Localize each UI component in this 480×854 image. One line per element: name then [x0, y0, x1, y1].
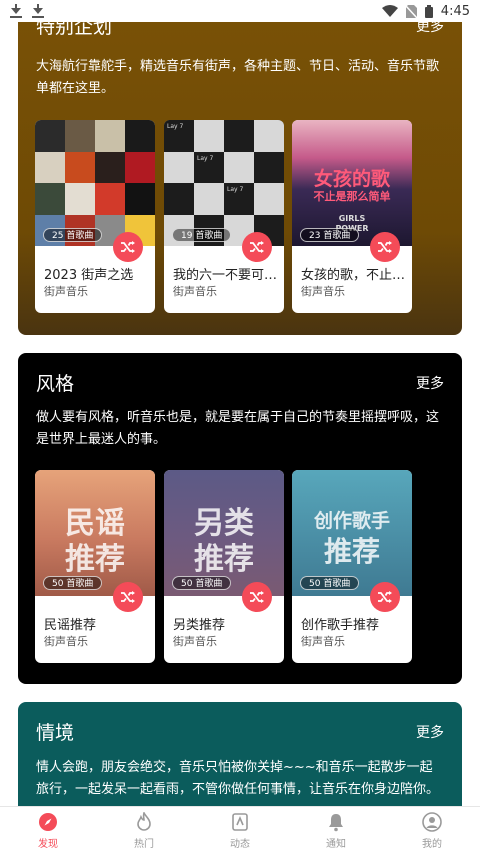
- nav-label: 动态: [230, 838, 250, 850]
- playlist-curator: 街声音乐: [301, 635, 345, 648]
- user-icon: [422, 811, 442, 832]
- clock: 4:45: [440, 3, 470, 19]
- section-title: 情境: [36, 722, 75, 744]
- shuffle-icon: [378, 241, 392, 253]
- nav-notifications[interactable]: 通知: [288, 807, 384, 854]
- nav-label: 我的: [422, 838, 442, 850]
- playlist-card[interactable]: 25 首歌曲 2023 街声之选 街声音乐: [35, 120, 155, 313]
- shuffle-play-button[interactable]: [242, 582, 272, 612]
- playlist-title: 另类推荐: [173, 618, 226, 633]
- nav-feed[interactable]: 动态: [192, 807, 288, 854]
- shuffle-icon: [250, 591, 264, 603]
- playlist-curator: 街声音乐: [173, 635, 217, 648]
- song-count-badge: 50 首歌曲: [43, 576, 103, 590]
- section-title: 风格: [36, 373, 75, 395]
- no-sim-icon: [405, 4, 417, 18]
- playlist-curator: 街声音乐: [44, 635, 88, 648]
- shuffle-play-button[interactable]: [242, 232, 272, 262]
- special-section: 特别企划 更多 大海航行靠舵手，精选音乐有街声，各种主题、节日、活动、音乐节歌单…: [18, 0, 462, 335]
- section-description: 大海航行靠舵手，精选音乐有街声，各种主题、节日、活动、音乐节歌单都在这里。: [36, 59, 440, 96]
- bell-icon: [329, 813, 343, 831]
- shuffle-icon: [121, 241, 135, 253]
- shuffle-icon: [378, 591, 392, 603]
- mood-section: 情境 更多 情人会跑，朋友会绝交，音乐只怕被你关掉~~~和音乐一起散步一起旅行，…: [18, 702, 462, 806]
- nav-profile[interactable]: 我的: [384, 807, 480, 854]
- song-count-badge: 23 首歌曲: [300, 228, 360, 242]
- playlist-title: 女孩的歌，不止…: [301, 268, 405, 283]
- song-count-badge: 25 首歌曲: [43, 228, 103, 242]
- playlist-title: 创作歌手推荐: [301, 618, 380, 633]
- more-link[interactable]: 更多: [416, 722, 444, 742]
- bottom-nav: 发现 热门 动态 通知 我的: [0, 806, 480, 854]
- battery-icon: [424, 4, 433, 18]
- compass-icon: [39, 812, 57, 831]
- playlist-card[interactable]: Lay 7 Lay 7 Lay 7 19 首歌曲 我的六一不要可… 街声音乐: [164, 120, 284, 313]
- shuffle-play-button[interactable]: [113, 232, 143, 262]
- playlist-curator: 街声音乐: [173, 285, 217, 298]
- playlist-card[interactable]: 创作歌手 推荐 50 首歌曲 创作歌手推荐 街声音乐: [292, 470, 412, 663]
- song-count-badge: 19 首歌曲: [172, 228, 232, 242]
- playlist-curator: 街声音乐: [301, 285, 345, 298]
- more-link[interactable]: 更多: [416, 373, 444, 393]
- section-description: 做人要有风格，听音乐也是，就是要在属于自己的节奏里摇摆呼吸，这是世界上最迷人的事…: [36, 410, 440, 447]
- shuffle-play-button[interactable]: [370, 582, 400, 612]
- nav-discover[interactable]: 发现: [0, 807, 96, 854]
- playlist-card[interactable]: 民谣 推荐 50 首歌曲 民谣推荐 街声音乐: [35, 470, 155, 663]
- shuffle-play-button[interactable]: [113, 582, 143, 612]
- nav-label: 热门: [134, 838, 154, 850]
- shuffle-play-button[interactable]: [370, 232, 400, 262]
- style-section: 风格 更多 做人要有风格，听音乐也是，就是要在属于自己的节奏里摇摆呼吸，这是世界…: [18, 353, 462, 684]
- playlist-title: 我的六一不要可…: [173, 268, 277, 283]
- feed-icon: [232, 812, 248, 831]
- nav-label: 发现: [38, 838, 58, 850]
- nav-hot[interactable]: 热门: [96, 807, 192, 854]
- playlist-title: 民谣推荐: [44, 618, 97, 633]
- playlist-title: 2023 街声之选: [44, 268, 134, 283]
- flame-icon: [137, 811, 151, 831]
- shuffle-icon: [250, 241, 264, 253]
- song-count-badge: 50 首歌曲: [300, 576, 360, 590]
- status-bar: 4:45: [0, 0, 480, 22]
- playlist-curator: 街声音乐: [44, 285, 88, 298]
- playlist-card[interactable]: 另类 推荐 50 首歌曲 另类推荐 街声音乐: [164, 470, 284, 663]
- section-description: 情人会跑，朋友会绝交，音乐只怕被你关掉~~~和音乐一起散步一起旅行，一起发呆一起…: [36, 760, 440, 797]
- song-count-badge: 50 首歌曲: [172, 576, 232, 590]
- wifi-icon: [381, 5, 398, 17]
- playlist-card[interactable]: 女孩的歌 不止是那么简单 GIRLS POWER 23 首歌曲 女孩的歌，不止……: [292, 120, 412, 313]
- download-icon: [32, 4, 44, 18]
- shuffle-icon: [121, 591, 135, 603]
- nav-label: 通知: [326, 838, 346, 850]
- discover-feed[interactable]: 特别企划 更多 大海航行靠舵手，精选音乐有街声，各种主题、节日、活动、音乐节歌单…: [0, 0, 480, 806]
- download-icon: [10, 4, 22, 18]
